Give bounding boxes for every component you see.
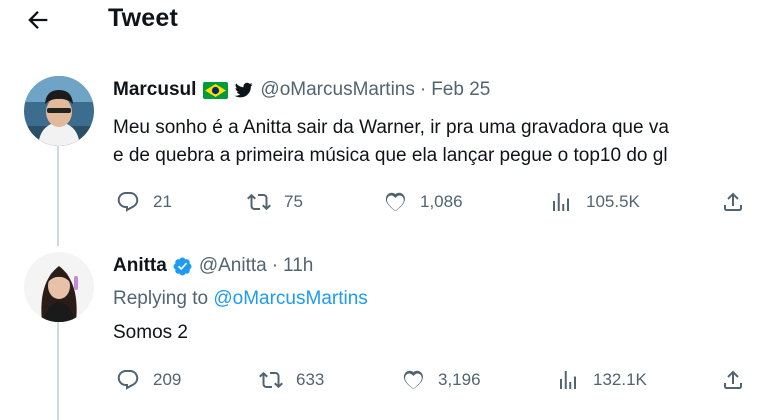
heart-icon [403,370,423,389]
avatar-anitta[interactable] [24,252,94,322]
tweet-header: Anitta @Anitta · 11h [113,255,313,277]
share-icon[interactable] [721,190,745,214]
like-count: 1,086 [420,192,463,211]
views-button[interactable]: 105.5K [549,190,640,214]
tweet-text-line: Somos 2 [113,322,188,343]
retweet-button[interactable]: 75 [247,190,303,214]
tweet-header: Marcusul @oMarcusMartins · Feb 25 [113,79,490,101]
brazil-flag-icon [203,81,229,99]
reply-button[interactable]: 21 [116,190,172,214]
separator-dot: · [271,255,279,276]
user-handle[interactable]: @oMarcusMartins [260,79,414,101]
twitter-bird-icon [235,82,254,98]
views-icon [560,371,576,389]
tweet-text: Meu sonho é a Anitta sair da Warner, ir … [113,114,771,170]
heart-icon [385,192,405,211]
thread-connector [57,322,59,420]
page-title: Tweet [108,4,178,32]
retweet-count: 75 [284,192,303,211]
retweet-icon [259,371,283,389]
arrow-left-icon[interactable] [24,6,52,34]
reply-button[interactable]: 209 [116,368,181,392]
share-icon[interactable] [721,368,745,392]
views-icon [553,193,569,211]
views-button[interactable]: 132.1K [556,368,647,392]
tweet-text-line: Meu sonho é a Anitta sair da Warner, ir … [113,117,669,138]
display-name[interactable]: Marcusul [113,79,196,101]
timestamp[interactable]: Feb 25 [431,79,490,101]
separator-dot: · [419,79,427,100]
reply-icon [117,370,139,390]
retweet-button[interactable]: 633 [259,368,324,392]
like-button[interactable]: 3,196 [401,368,481,392]
display-name[interactable]: Anitta [113,255,167,277]
verified-badge-icon [173,257,192,275]
tweet-text-line: e de quebra a primeira música que ela la… [113,145,668,166]
timestamp[interactable]: 11h [283,255,313,277]
views-count: 105.5K [586,192,640,211]
replying-to-label: Replying to [113,288,209,309]
avatar-marcusul[interactable] [24,76,94,146]
views-count: 132.1K [593,370,647,389]
retweet-icon [247,193,271,211]
like-button[interactable]: 1,086 [383,190,463,214]
replying-to: Replying to @oMarcusMartins [113,288,368,310]
user-handle[interactable]: @Anitta [199,255,267,277]
replying-to-handle[interactable]: @oMarcusMartins [213,288,367,309]
retweet-count: 633 [296,370,325,389]
like-count: 3,196 [438,370,481,389]
thread-connector [57,146,59,246]
reply-count: 21 [153,192,172,211]
tweet-text: Somos 2 [113,319,771,347]
top-bar: Tweet [0,0,771,44]
reply-count: 209 [153,370,182,389]
reply-icon [117,192,139,212]
